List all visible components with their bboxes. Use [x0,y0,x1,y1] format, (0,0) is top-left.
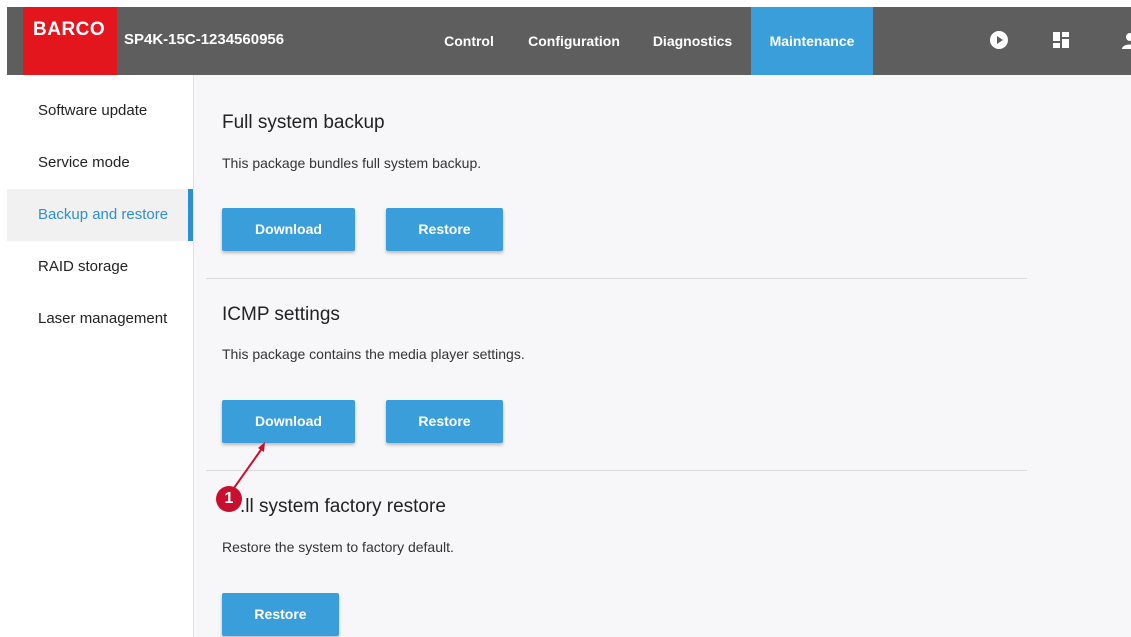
callout-arrow [233,442,265,489]
callout-badge: 1 [216,486,242,512]
